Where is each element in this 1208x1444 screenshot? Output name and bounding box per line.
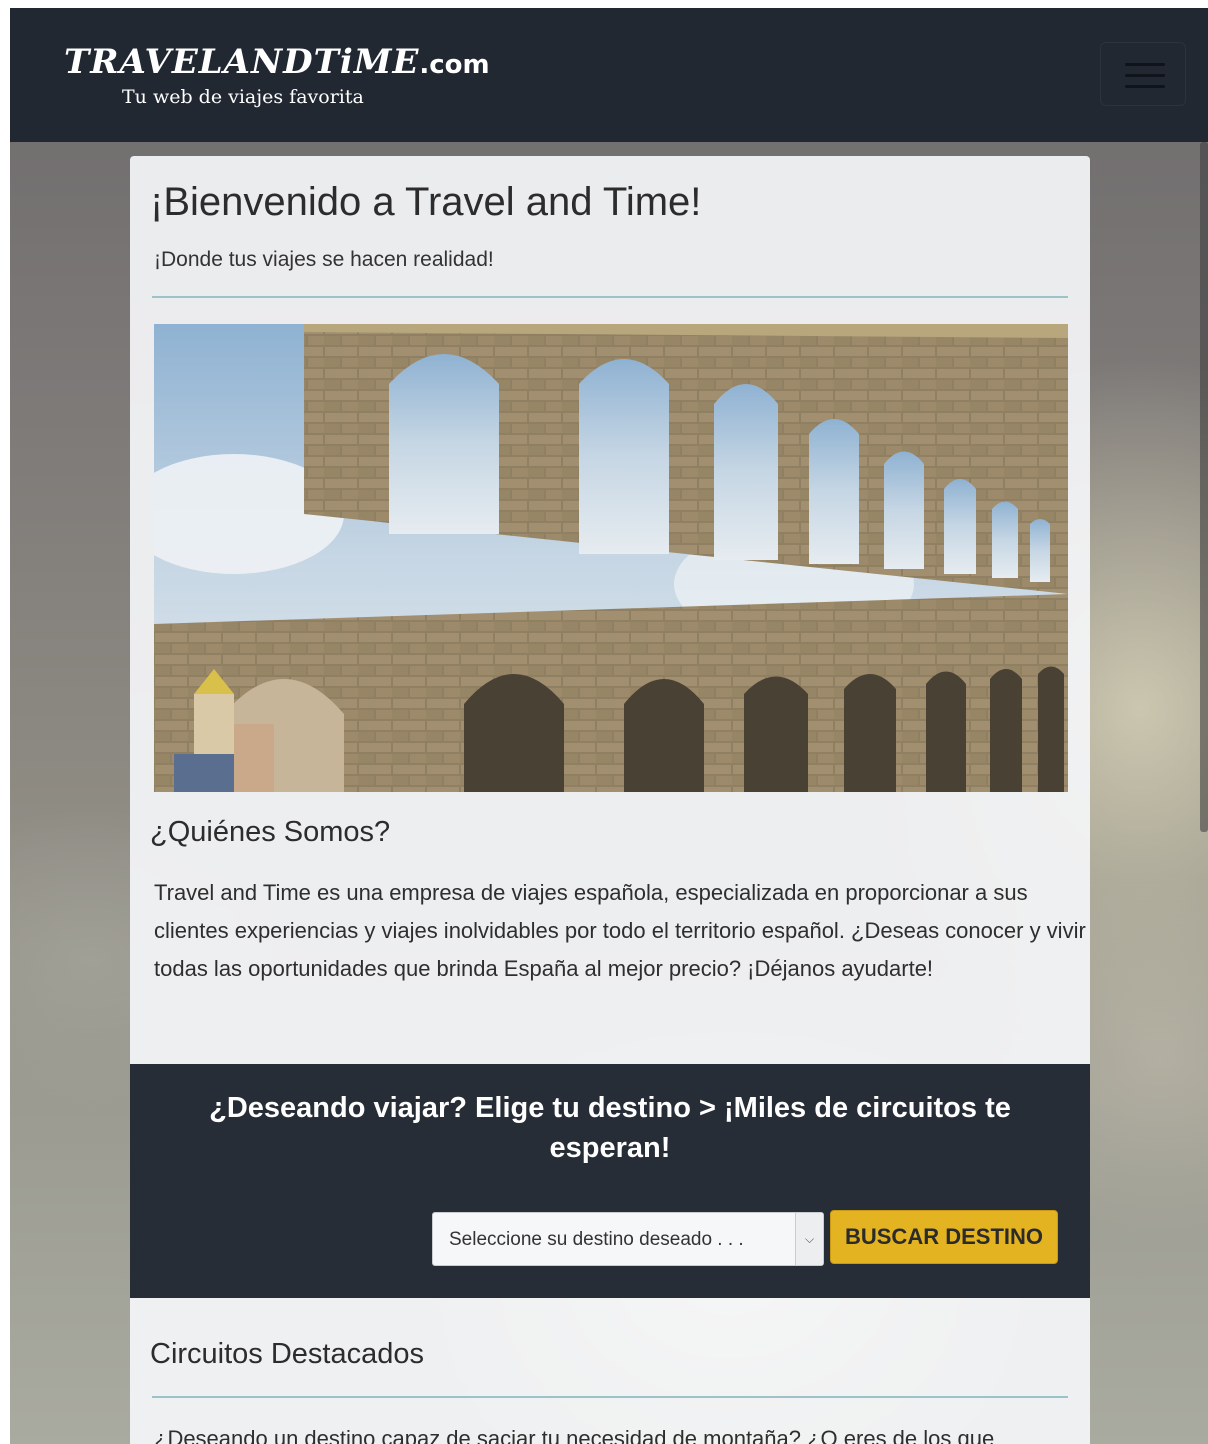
brand-suffix: .com [419, 50, 490, 80]
featured-text: ¿Deseando un destino capaz de saciar tu … [154, 1426, 995, 1444]
destination-select[interactable]: Seleccione su destino deseado . . . ⌵ [432, 1212, 824, 1266]
page-viewport: TRAVELANDTiME.com Tu web de viajes favor… [10, 8, 1208, 1444]
title-divider [152, 296, 1068, 298]
destination-search-section: ¿Deseando viajar? Elige tu destino > ¡Mi… [130, 1064, 1090, 1298]
search-destination-button[interactable]: BUSCAR DESTINO [830, 1210, 1058, 1264]
page-subtitle: ¡Donde tus viajes se hacen realidad! [154, 248, 494, 271]
page-title: ¡Bienvenido a Travel and Time! [150, 180, 702, 224]
chevron-down-icon: ⌵ [795, 1213, 823, 1265]
brand-name: TRAVELANDTiME [64, 42, 420, 82]
destination-select-value: Seleccione su destino deseado . . . [449, 1229, 744, 1250]
page-scrollbar[interactable] [1200, 142, 1208, 832]
aqueduct-hero-image [154, 324, 1068, 792]
main-content-card: ¡Bienvenido a Travel and Time! ¡Donde tu… [130, 156, 1090, 1444]
hamburger-menu-button[interactable] [1100, 42, 1186, 106]
about-text: Travel and Time es una empresa de viajes… [154, 880, 1086, 981]
featured-divider [152, 1396, 1068, 1398]
brand-tagline: Tu web de viajes favorita [122, 86, 364, 108]
about-heading: ¿Quiénes Somos? [150, 816, 391, 848]
top-navbar: TRAVELANDTiME.com Tu web de viajes favor… [10, 8, 1208, 142]
brand-logo[interactable]: TRAVELANDTiME.com [64, 42, 490, 82]
search-section-title: ¿Deseando viajar? Elige tu destino > ¡Mi… [209, 1092, 1011, 1164]
featured-heading: Circuitos Destacados [150, 1338, 424, 1370]
